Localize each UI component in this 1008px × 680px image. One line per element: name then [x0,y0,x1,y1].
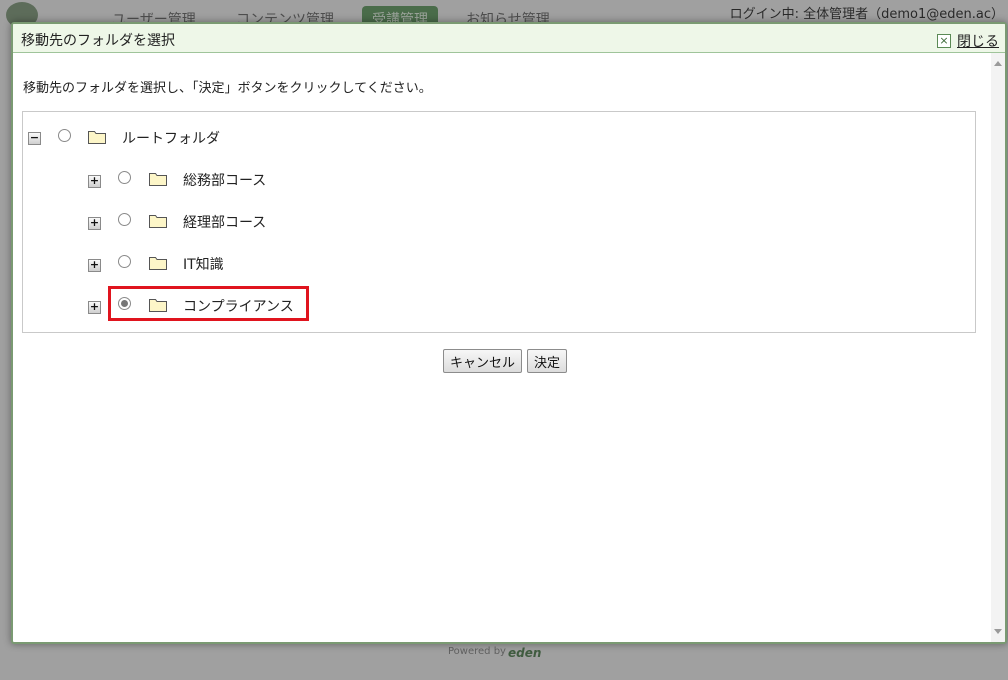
cancel-button[interactable]: キャンセル [442,349,522,373]
selection-highlight [108,286,309,321]
expand-toggle-icon[interactable]: + [88,259,101,272]
dialog-body: 移動先のフォルダを選択し、「決定」ボタンをクリックしてください。 − ルートフォ… [13,53,991,642]
dialog-actions: キャンセル 決定 [13,349,991,373]
tree-label-general-affairs[interactable]: 総務部コース [183,170,266,190]
tree-label-it[interactable]: IT知識 [183,254,224,274]
tree-label-root[interactable]: ルートフォルダ [122,128,220,148]
radio-folder-it[interactable] [118,255,131,268]
close-icon[interactable]: × [937,34,951,48]
expand-toggle-icon[interactable]: + [88,175,101,188]
collapse-toggle-icon[interactable]: − [28,132,41,145]
folder-icon [149,173,167,186]
close-button[interactable]: × 閉じる [937,31,999,51]
confirm-button[interactable]: 決定 [527,349,568,373]
vertical-scrollbar[interactable] [991,53,1005,642]
folder-icon [149,257,167,270]
radio-folder-general-affairs[interactable] [118,171,131,184]
dialog-header: 移動先のフォルダを選択 × 閉じる [13,24,1005,53]
instruction-text: 移動先のフォルダを選択し、「決定」ボタンをクリックしてください。 [23,81,432,96]
radio-folder-accounting[interactable] [118,213,131,226]
folder-icon [88,131,106,144]
folder-icon [149,215,167,228]
dialog-title: 移動先のフォルダを選択 [21,33,175,49]
radio-root-folder[interactable] [58,129,71,142]
folder-select-dialog: 移動先のフォルダを選択 × 閉じる 移動先のフォルダを選択し、「決定」ボタンをク… [11,22,1007,644]
scroll-up-arrow-icon[interactable] [994,61,1002,66]
expand-toggle-icon[interactable]: + [88,217,101,230]
expand-toggle-icon[interactable]: + [88,301,101,314]
close-link[interactable]: 閉じる [957,31,999,51]
tree-label-accounting[interactable]: 経理部コース [183,212,266,232]
scroll-down-arrow-icon[interactable] [994,629,1002,634]
